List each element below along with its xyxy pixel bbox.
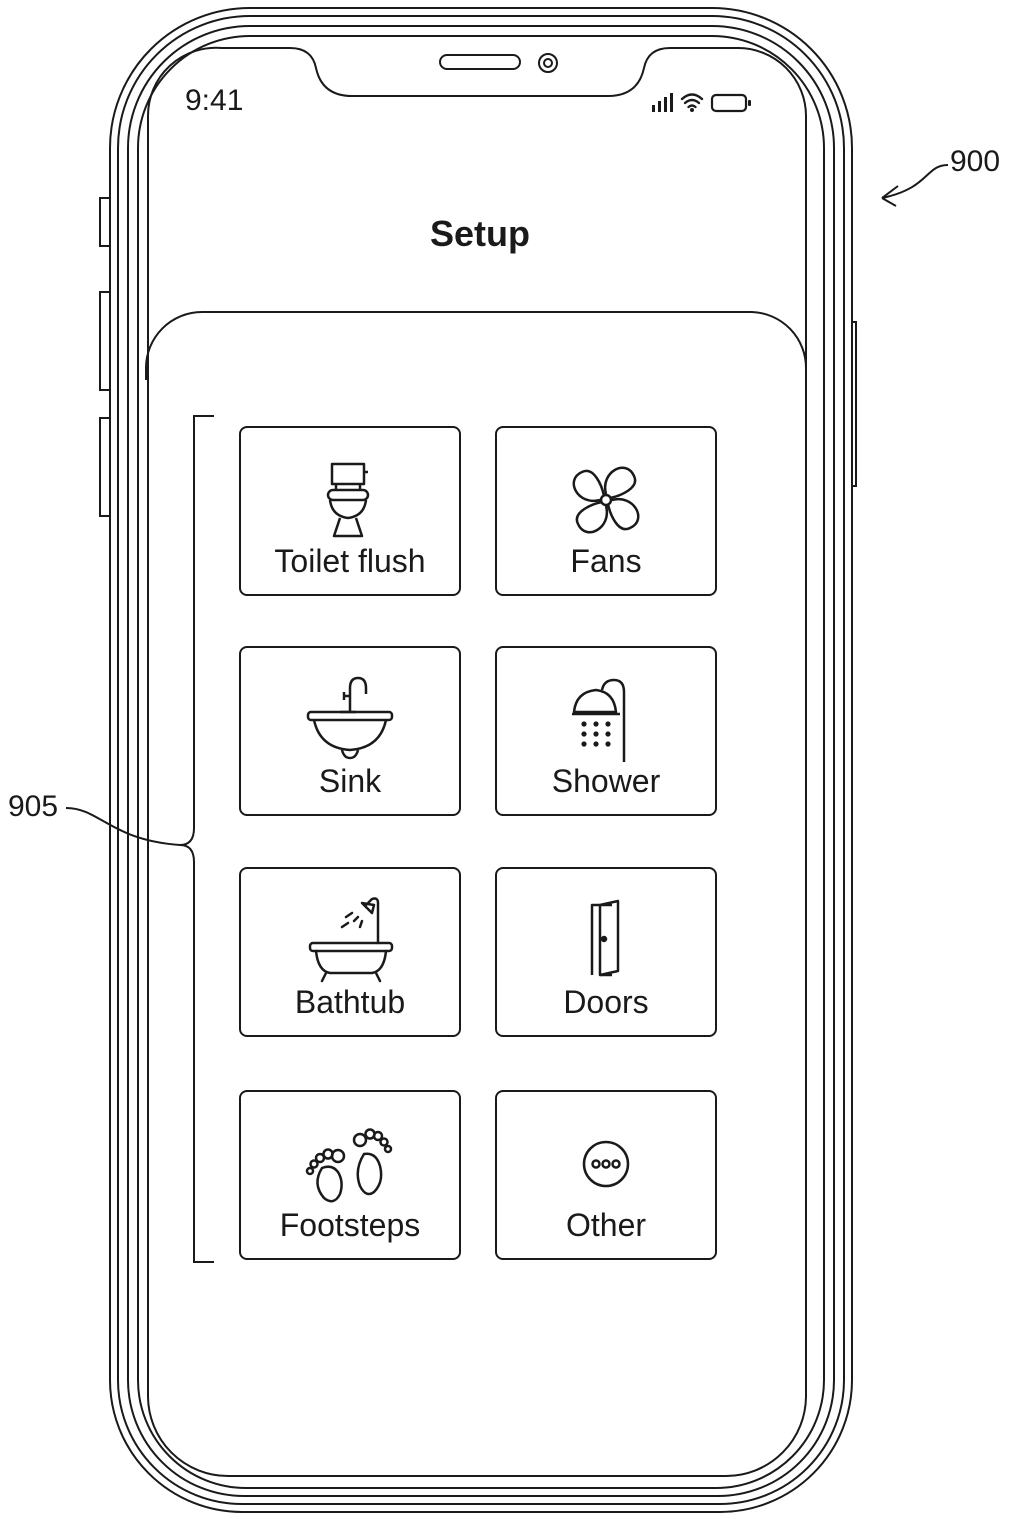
fan-icon [497, 450, 715, 550]
page-title: Setup [429, 213, 530, 254]
tile-shower[interactable]: Shower [495, 646, 717, 816]
tile-bathtub[interactable]: Bathtub [239, 867, 461, 1037]
door-icon [497, 891, 715, 991]
tile-label: Shower [551, 763, 661, 799]
reference-numeral-905: 905 [8, 790, 59, 823]
shower-icon [497, 670, 715, 770]
tile-label: Bathtub [294, 984, 406, 1020]
status-time: 9:41 [185, 84, 244, 117]
wifi-icon [680, 93, 704, 109]
tile-label: Footsteps [279, 1207, 421, 1243]
sink-icon [241, 670, 459, 770]
tile-fans[interactable]: Fans [495, 426, 717, 596]
reference-numeral-900: 900 [950, 145, 1001, 178]
tile-label: Sink [318, 763, 382, 799]
status-icons [650, 90, 762, 121]
toilet-icon [241, 450, 459, 550]
tile-sink[interactable]: Sink [239, 646, 461, 816]
tile-toilet-flush[interactable]: Toilet flush [239, 426, 461, 596]
tile-label: Other [565, 1207, 647, 1243]
tile-label: Fans [570, 543, 642, 579]
battery-icon [710, 93, 751, 113]
tile-footsteps[interactable]: Footsteps [239, 1090, 461, 1260]
footsteps-icon [241, 1114, 459, 1214]
tile-label: Doors [563, 984, 649, 1020]
more-icon [497, 1114, 715, 1214]
bathtub-icon [241, 891, 459, 991]
cellular-signal-icon [652, 93, 673, 112]
tile-label: Toilet flush [274, 543, 426, 579]
tile-other[interactable]: Other [495, 1090, 717, 1260]
tile-doors[interactable]: Doors [495, 867, 717, 1037]
